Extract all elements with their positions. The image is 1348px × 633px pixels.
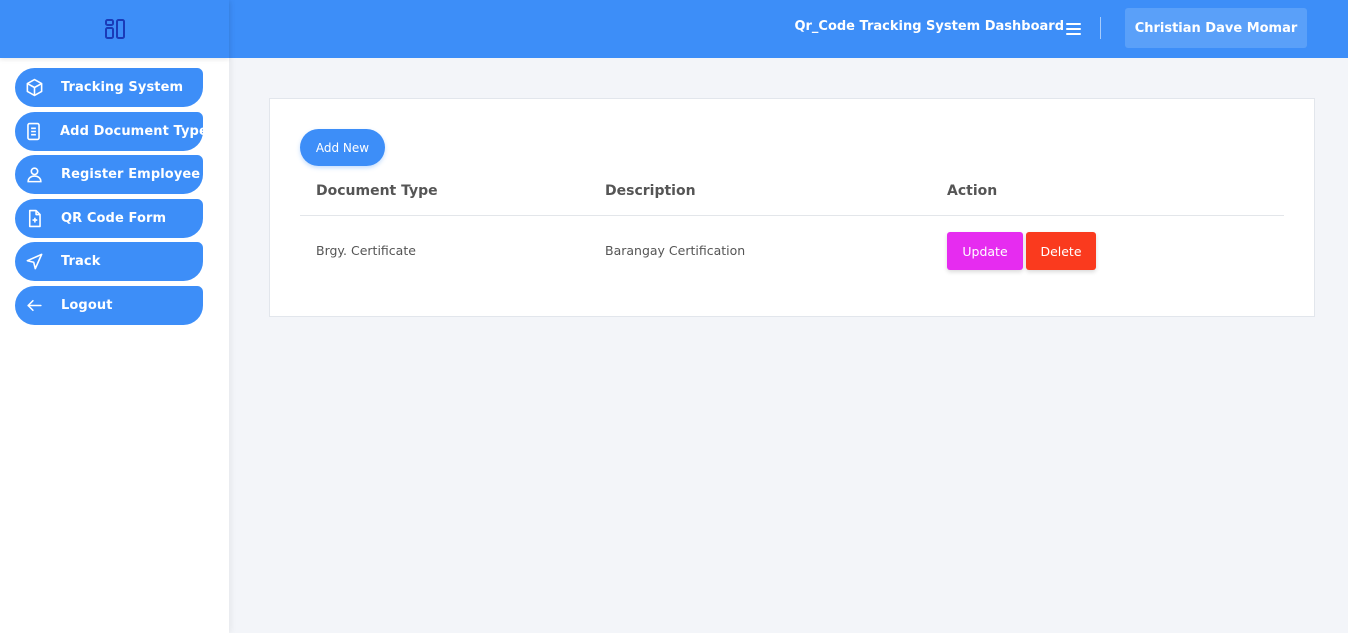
cube-icon <box>24 78 44 98</box>
column-header-action: Action <box>947 183 998 199</box>
sidebar: Tracking System Add Document Type Regist… <box>0 0 229 633</box>
sidebar-item-logout[interactable]: Logout <box>15 285 203 325</box>
sidebar-item-label: Tracking System <box>61 80 184 95</box>
brand-logo-area <box>0 0 229 58</box>
delete-button[interactable]: Delete <box>1026 232 1096 270</box>
dashboard-logo-icon <box>104 19 125 39</box>
sidebar-item-track[interactable]: Track <box>15 242 203 281</box>
sidebar-item-label: Add Document Type <box>60 123 208 139</box>
document-icon <box>24 121 43 141</box>
navbar-divider <box>1100 17 1101 39</box>
update-button[interactable]: Update <box>947 232 1023 270</box>
file-plus-icon <box>24 208 44 228</box>
arrow-left-icon <box>24 295 44 315</box>
cell-document-type: Brgy. Certificate <box>316 243 416 258</box>
user-icon <box>24 165 44 185</box>
sidebar-item-tracking-system[interactable]: Tracking System <box>15 68 203 107</box>
sidebar-item-label: QR Code Form <box>61 210 167 226</box>
sidebar-item-add-document-type[interactable]: Add Document Type <box>15 111 208 151</box>
hamburger-menu-icon[interactable] <box>1066 23 1081 35</box>
sidebar-item-label: Register Employee <box>61 167 201 182</box>
sidebar-item-qr-code-form[interactable]: QR Code Form <box>15 198 203 238</box>
page-title: Qr_Code Tracking System Dashboard <box>794 19 1064 34</box>
sidebar-nav: Tracking System Add Document Type Regist… <box>0 58 229 325</box>
column-header-document-type: Document Type <box>316 183 438 199</box>
document-types-card: Add New Document Type Description Action… <box>269 98 1315 317</box>
table-header-divider <box>300 215 1284 216</box>
add-new-button[interactable]: Add New <box>300 129 385 166</box>
column-header-description: Description <box>605 183 696 199</box>
sidebar-item-register-employee[interactable]: Register Employee <box>15 155 203 194</box>
sidebar-item-label: Logout <box>61 297 113 313</box>
navigation-icon <box>24 252 44 272</box>
sidebar-item-label: Track <box>61 254 101 269</box>
cell-description: Barangay Certification <box>605 243 746 258</box>
user-menu-button[interactable]: Christian Dave Momar <box>1125 8 1307 48</box>
top-navbar: Qr_Code Tracking System Dashboard Christ… <box>229 0 1348 58</box>
